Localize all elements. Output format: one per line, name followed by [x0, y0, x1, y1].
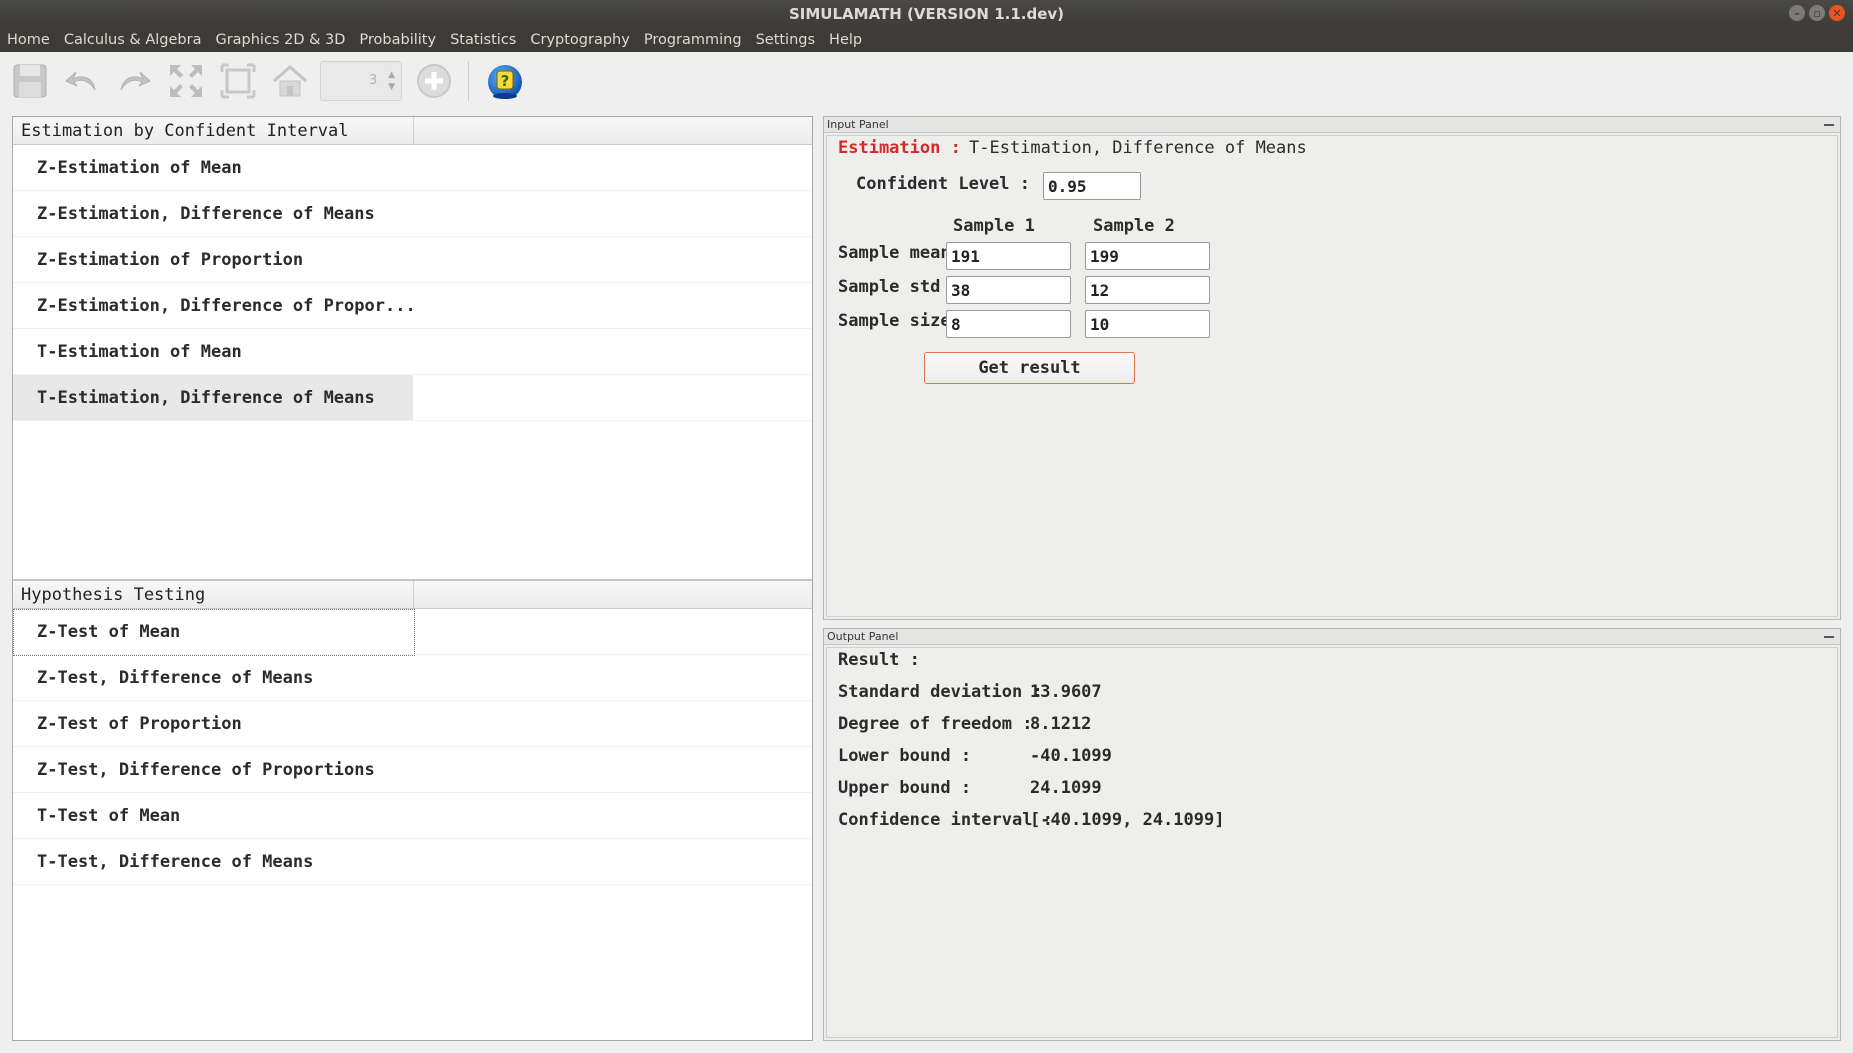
sample-mean-label: Sample mean	[838, 243, 951, 263]
output-panel-title: Output Panel	[827, 630, 899, 643]
list-item-z-estimation-diff-means[interactable]: Z-Estimation, Difference of Means	[13, 191, 812, 237]
menu-cryptography[interactable]: Cryptography	[530, 32, 629, 48]
undo-button[interactable]	[60, 59, 104, 103]
sample2-std-input[interactable]	[1085, 276, 1210, 304]
list-item-z-test-diff-means[interactable]: Z-Test, Difference of Means	[13, 655, 812, 701]
estimation-heading-value: T-Estimation, Difference of Means	[969, 138, 1307, 158]
collapse-icon[interactable]	[1824, 636, 1834, 638]
list-item-t-test-mean[interactable]: T-Test of Mean	[13, 793, 812, 839]
menu-programming[interactable]: Programming	[644, 32, 742, 48]
maximize-icon[interactable]: ▫	[1809, 5, 1825, 21]
menu-help[interactable]: Help	[829, 32, 862, 48]
std-deviation-value: 13.9607	[1030, 682, 1102, 702]
window-controls: – ▫ ✕	[1789, 5, 1845, 21]
degree-freedom-label: Degree of freedom :	[838, 714, 1033, 734]
add-button[interactable]	[412, 59, 456, 103]
help-icon: ?	[488, 65, 522, 99]
svg-text:?: ?	[501, 72, 510, 90]
sample1-std-input[interactable]	[946, 276, 1071, 304]
get-result-button[interactable]: Get result	[924, 352, 1135, 384]
window-title: SIMULAMATH (VERSION 1.1.dev)	[788, 5, 1065, 23]
hypothesis-header: Hypothesis Testing	[13, 581, 812, 609]
undo-icon	[65, 71, 96, 91]
plus-icon	[417, 64, 451, 98]
output-panel-titlebar: Output Panel	[824, 629, 1840, 645]
output-panel: Output Panel Result : Standard deviation…	[823, 628, 1841, 1041]
title-bar: SIMULAMATH (VERSION 1.1.dev) – ▫ ✕	[0, 0, 1853, 28]
menu-graphics[interactable]: Graphics 2D & 3D	[215, 32, 345, 48]
estimation-header-label: Estimation by Confident Interval	[21, 121, 349, 141]
save-icon	[13, 64, 47, 98]
spinner-down-icon[interactable]: ▼	[388, 82, 395, 92]
confident-level-input[interactable]	[1043, 172, 1141, 200]
lower-bound-value: -40.1099	[1030, 746, 1112, 766]
list-item-t-test-diff-means[interactable]: T-Test, Difference of Means	[13, 839, 812, 885]
input-panel-body: Estimation : T-Estimation, Difference of…	[826, 135, 1838, 617]
input-panel: Input Panel Estimation : T-Estimation, D…	[823, 116, 1841, 620]
list-item-z-test-proportion[interactable]: Z-Test of Proportion	[13, 701, 812, 747]
menu-settings[interactable]: Settings	[756, 32, 815, 48]
confidence-interval-value: [-40.1099, 24.1099]	[1030, 810, 1225, 830]
hypothesis-section: Hypothesis Testing Z-Test of Mean Z-Test…	[13, 579, 812, 1040]
redo-button[interactable]	[112, 59, 156, 103]
header-divider	[413, 581, 414, 609]
list-item-z-test-diff-proportions[interactable]: Z-Test, Difference of Proportions	[13, 747, 812, 793]
sample-size-label: Sample size	[838, 311, 951, 331]
sample2-mean-input[interactable]	[1085, 242, 1210, 270]
header-divider	[413, 117, 414, 145]
hypothesis-header-label: Hypothesis Testing	[21, 585, 206, 605]
fit-view-button[interactable]	[164, 59, 208, 103]
collapse-icon[interactable]	[1824, 124, 1834, 126]
list-item-z-estimation-diff-proportions[interactable]: Z-Estimation, Difference of Propor...	[13, 283, 812, 329]
close-icon[interactable]: ✕	[1829, 5, 1845, 21]
upper-bound-value: 24.1099	[1030, 778, 1102, 798]
list-item-z-test-mean[interactable]: Z-Test of Mean	[13, 609, 812, 656]
list-item-t-estimation-mean[interactable]: T-Estimation of Mean	[13, 329, 812, 375]
output-panel-body: Result : Standard deviation : 13.9607 De…	[826, 647, 1838, 1038]
sample2-size-input[interactable]	[1085, 310, 1210, 338]
number-spinner[interactable]: 3 ▲ ▼	[320, 61, 402, 101]
estimation-heading-label: Estimation :	[838, 138, 961, 158]
confident-level-label: Confident Level :	[856, 174, 1030, 194]
lower-bound-label: Lower bound :	[838, 746, 972, 766]
menu-home[interactable]: Home	[7, 32, 50, 48]
sample1-header: Sample 1	[953, 216, 1035, 236]
upper-bound-label: Upper bound :	[838, 778, 972, 798]
fit-icon	[170, 65, 202, 97]
menu-statistics[interactable]: Statistics	[450, 32, 516, 48]
degree-freedom-value: 8.1212	[1030, 714, 1092, 734]
home-button[interactable]	[268, 59, 312, 103]
estimation-section: Estimation by Confident Interval Z-Estim…	[13, 117, 812, 579]
spinner-up-icon[interactable]: ▲	[388, 70, 395, 80]
help-button[interactable]: ?	[483, 59, 527, 103]
sample1-size-input[interactable]	[946, 310, 1071, 338]
menu-calculus-algebra[interactable]: Calculus & Algebra	[64, 32, 202, 48]
input-panel-title: Input Panel	[827, 118, 889, 131]
list-item-z-estimation-mean[interactable]: Z-Estimation of Mean	[13, 145, 812, 191]
result-label: Result :	[838, 650, 920, 670]
input-panel-titlebar: Input Panel	[824, 117, 1840, 133]
list-item-t-estimation-diff-means[interactable]: T-Estimation, Difference of Means	[13, 375, 812, 421]
spinner-value: 3	[369, 73, 378, 88]
std-deviation-label: Standard deviation :	[838, 682, 1043, 702]
toolbar: 3 ▲ ▼ ?	[0, 52, 1853, 110]
frame-icon	[220, 63, 256, 99]
list-item-z-estimation-proportion[interactable]: Z-Estimation of Proportion	[13, 237, 812, 283]
menu-bar: Home Calculus & Algebra Graphics 2D & 3D…	[0, 28, 1853, 52]
redo-icon	[120, 71, 151, 91]
minimize-icon[interactable]: –	[1789, 5, 1805, 21]
toolbar-separator	[468, 61, 469, 101]
menu-probability[interactable]: Probability	[359, 32, 436, 48]
sample1-mean-input[interactable]	[946, 242, 1071, 270]
estimation-header: Estimation by Confident Interval	[13, 117, 812, 145]
frame-button[interactable]	[216, 59, 260, 103]
confidence-interval-label: Confidence interval :	[838, 810, 1053, 830]
home-icon	[273, 65, 307, 97]
save-button[interactable]	[8, 59, 52, 103]
sample-std-label: Sample std	[838, 277, 941, 297]
sample2-header: Sample 2	[1093, 216, 1175, 236]
method-list-pane: Estimation by Confident Interval Z-Estim…	[12, 116, 813, 1041]
